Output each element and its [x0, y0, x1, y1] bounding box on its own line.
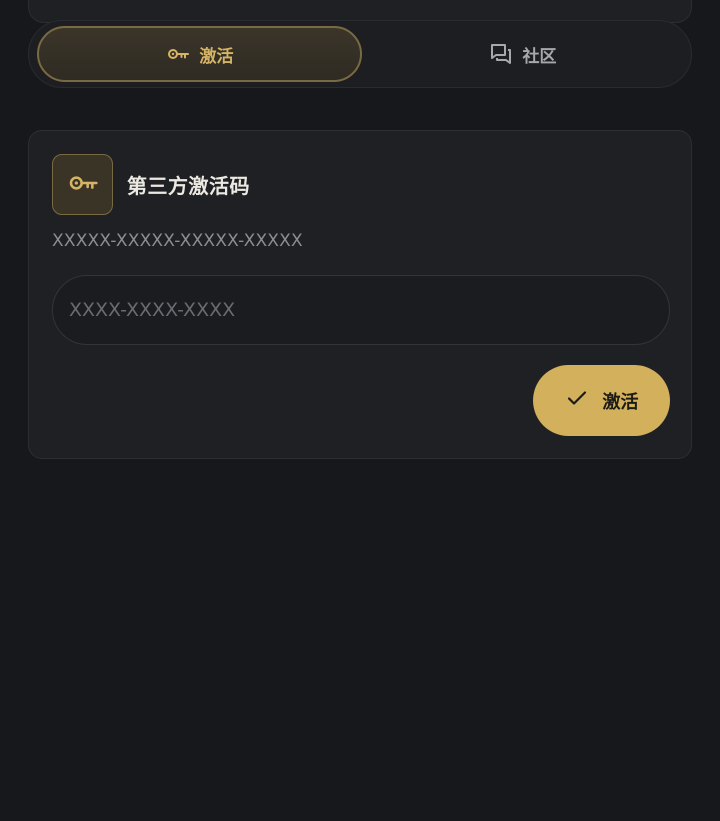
activation-page: 激活 社区 第三方激活码 XXXXX-XXXXX-XXXXX-XXXXX XXX… — [0, 0, 720, 821]
activation-card: 第三方激活码 XXXXX-XXXXX-XXXXX-XXXXX 激活 — [28, 130, 692, 459]
chat-icon — [489, 42, 513, 66]
card-header: 第三方激活码 — [52, 154, 250, 215]
tab-community-label: 社区 — [522, 46, 557, 67]
card-title: 第三方激活码 — [127, 174, 250, 198]
key-icon — [67, 167, 99, 203]
activate-button[interactable]: 激活 — [533, 365, 670, 436]
key-icon — [166, 42, 190, 66]
tab-community[interactable]: 社区 — [362, 26, 683, 82]
key-badge — [52, 154, 113, 215]
check-icon — [565, 386, 589, 415]
activation-code-input[interactable] — [52, 275, 670, 345]
tab-activate-label: 激活 — [199, 46, 234, 67]
code-format-hint: XXXXX-XXXXX-XXXXX-XXXXX — [52, 231, 303, 251]
tab-activate[interactable]: 激活 — [37, 26, 362, 82]
activate-button-label: 激活 — [602, 391, 639, 413]
tab-bar: 激活 社区 — [28, 20, 692, 88]
